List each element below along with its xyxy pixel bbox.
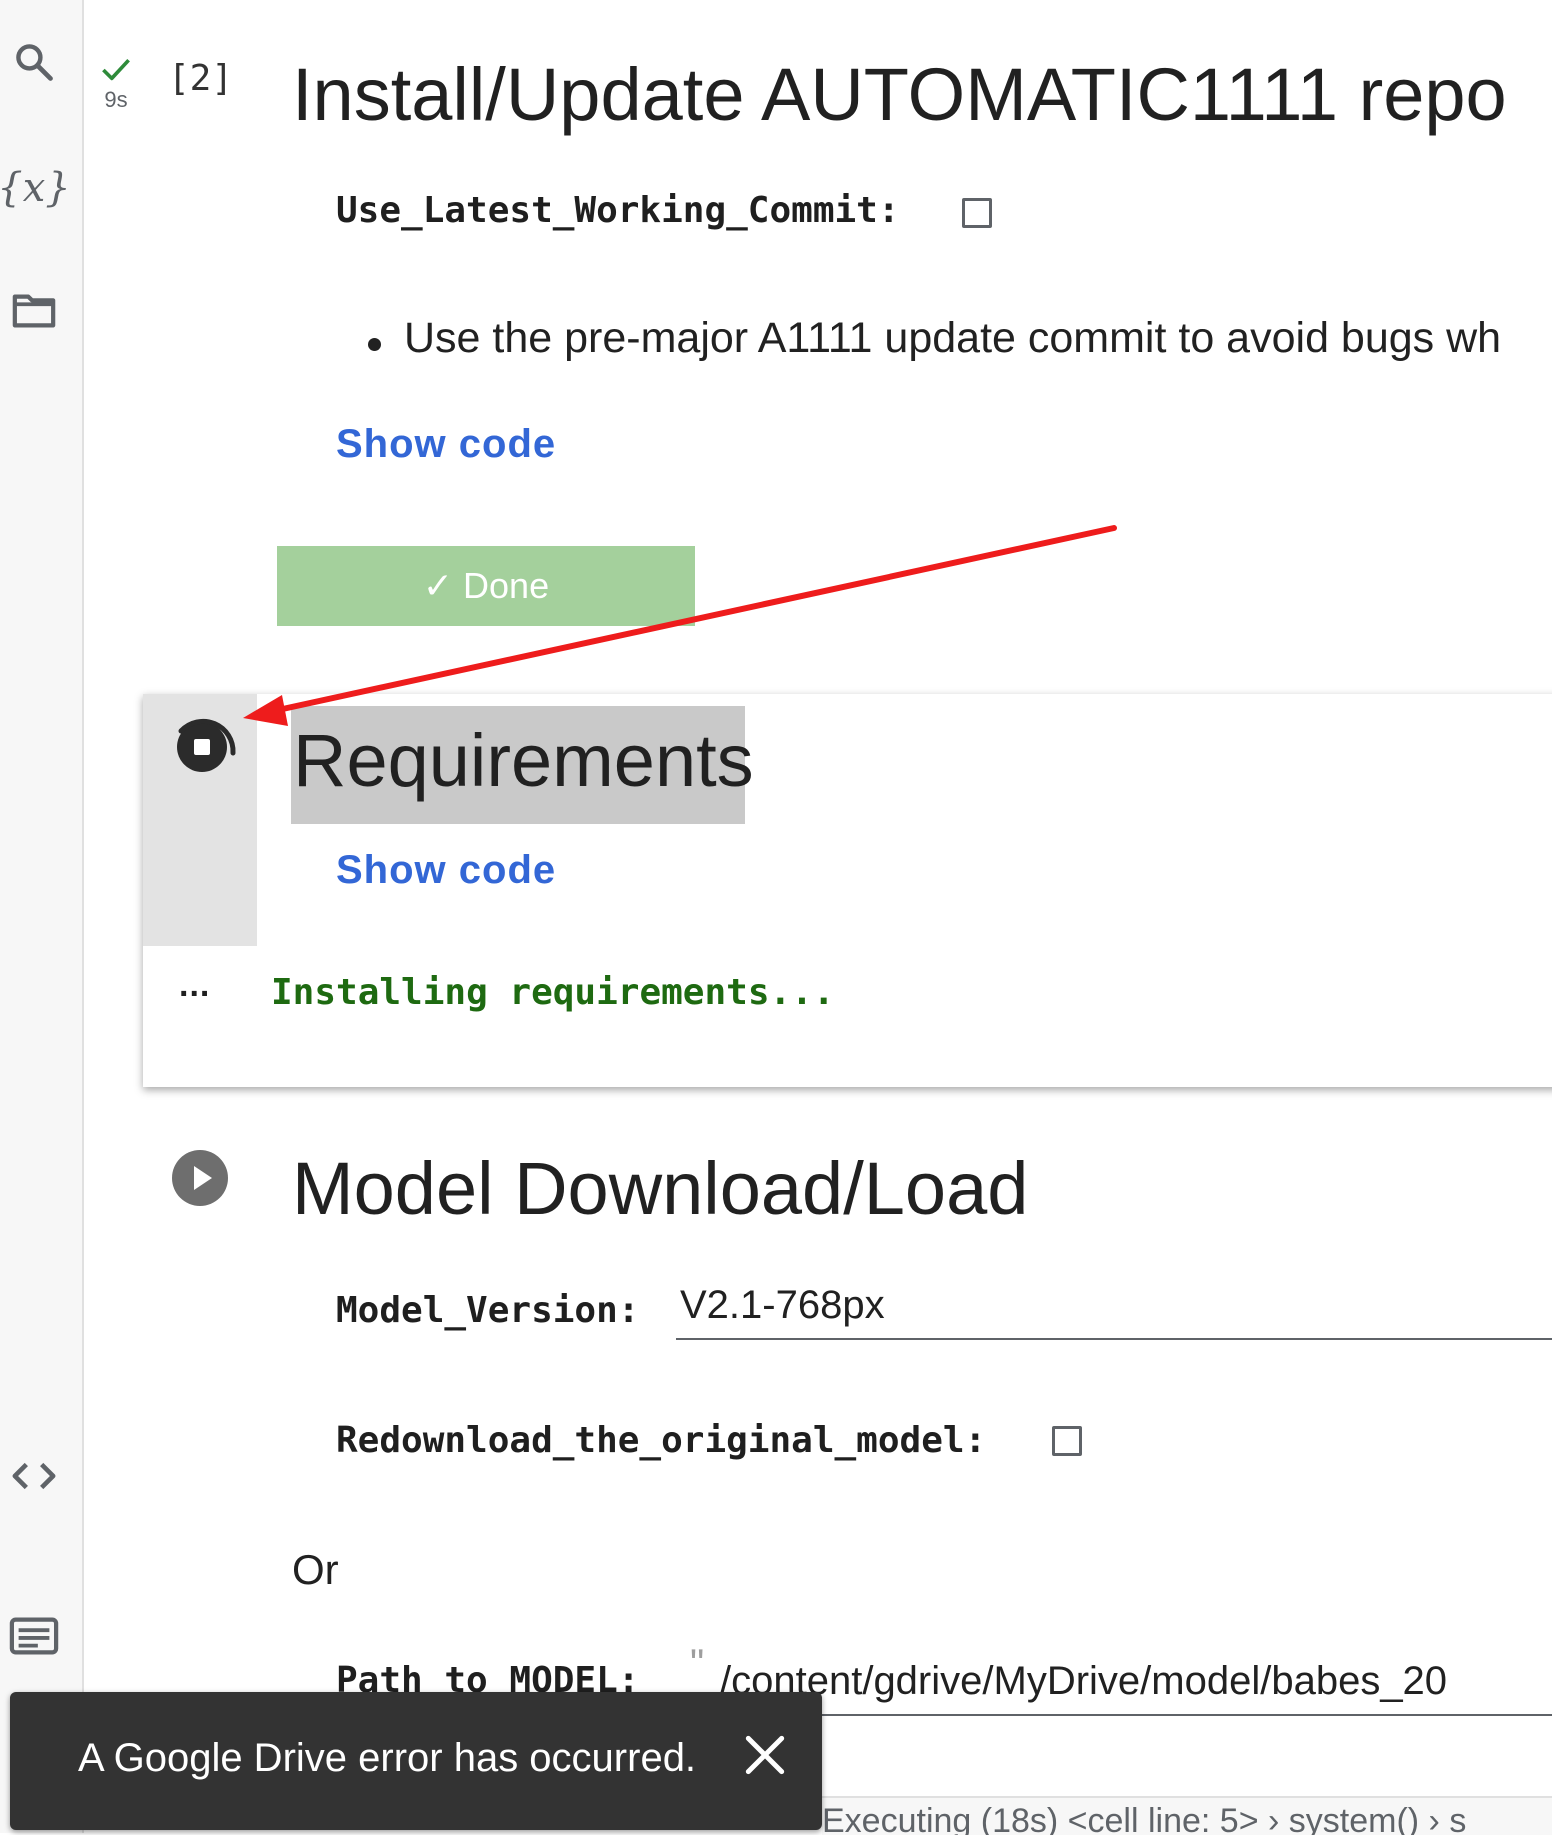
cell-output: Installing requirements... <box>271 972 835 1013</box>
folder-icon[interactable] <box>8 284 60 336</box>
path-quote-mark: " <box>690 1642 705 1686</box>
cell-heading-install: Install/Update AUTOMATIC1111 repo <box>292 53 1507 136</box>
run-cell-button[interactable] <box>170 1148 230 1208</box>
model-version-field[interactable]: V2.1-768px <box>676 1276 1552 1340</box>
param-label-model-version: Model_Version: <box>336 1290 640 1331</box>
bullet-dot <box>368 338 381 351</box>
execution-time: 9s <box>104 87 128 112</box>
cell-execution-status: 9s <box>96 56 136 113</box>
execution-count: [2] <box>168 58 234 99</box>
code-snippets-icon[interactable] <box>8 1450 60 1502</box>
status-bar: Executing (18s) <cell line: 5> › system(… <box>822 1796 1552 1835</box>
toast-message: A Google Drive error has occurred. <box>78 1736 697 1780</box>
path-to-model-field[interactable]: /content/gdrive/MyDrive/model/babes_20 <box>716 1652 1552 1716</box>
left-sidebar: {x} <box>0 0 84 1833</box>
active-cell-requirements[interactable]: Requirements Show code ... Installing re… <box>143 694 1552 1087</box>
param-label-redownload: Redownload_the_original_model: <box>336 1420 987 1461</box>
redownload-checkbox[interactable] <box>1052 1426 1082 1456</box>
execution-status-text: Executing (18s) <cell line: 5> › system(… <box>822 1802 1467 1835</box>
close-icon[interactable] <box>740 1730 790 1780</box>
variables-icon-glyph: {x} <box>0 165 71 211</box>
command-palette-icon[interactable] <box>8 1610 60 1662</box>
param-label-latest-commit: Use_Latest_Working_Commit: <box>336 190 900 231</box>
stop-execution-button[interactable] <box>169 709 241 781</box>
error-toast: A Google Drive error has occurred. <box>10 1692 822 1830</box>
checkmark-icon <box>102 58 130 81</box>
done-label: ✓ Done <box>422 565 550 606</box>
variables-icon[interactable]: {x} <box>0 162 71 214</box>
done-indicator: ✓ Done <box>277 546 695 626</box>
cell-heading-requirements: Requirements <box>293 719 754 802</box>
show-code-link[interactable]: Show code <box>336 848 556 893</box>
search-icon[interactable] <box>8 36 60 88</box>
latest-commit-checkbox[interactable] <box>962 198 992 228</box>
output-menu-button[interactable]: ... <box>179 966 210 1005</box>
cell-heading-model: Model Download/Load <box>292 1147 1029 1230</box>
or-separator: Or <box>292 1546 339 1593</box>
show-code-link[interactable]: Show code <box>336 422 556 467</box>
bullet-note: Use the pre-major A1111 update commit to… <box>404 314 1502 362</box>
